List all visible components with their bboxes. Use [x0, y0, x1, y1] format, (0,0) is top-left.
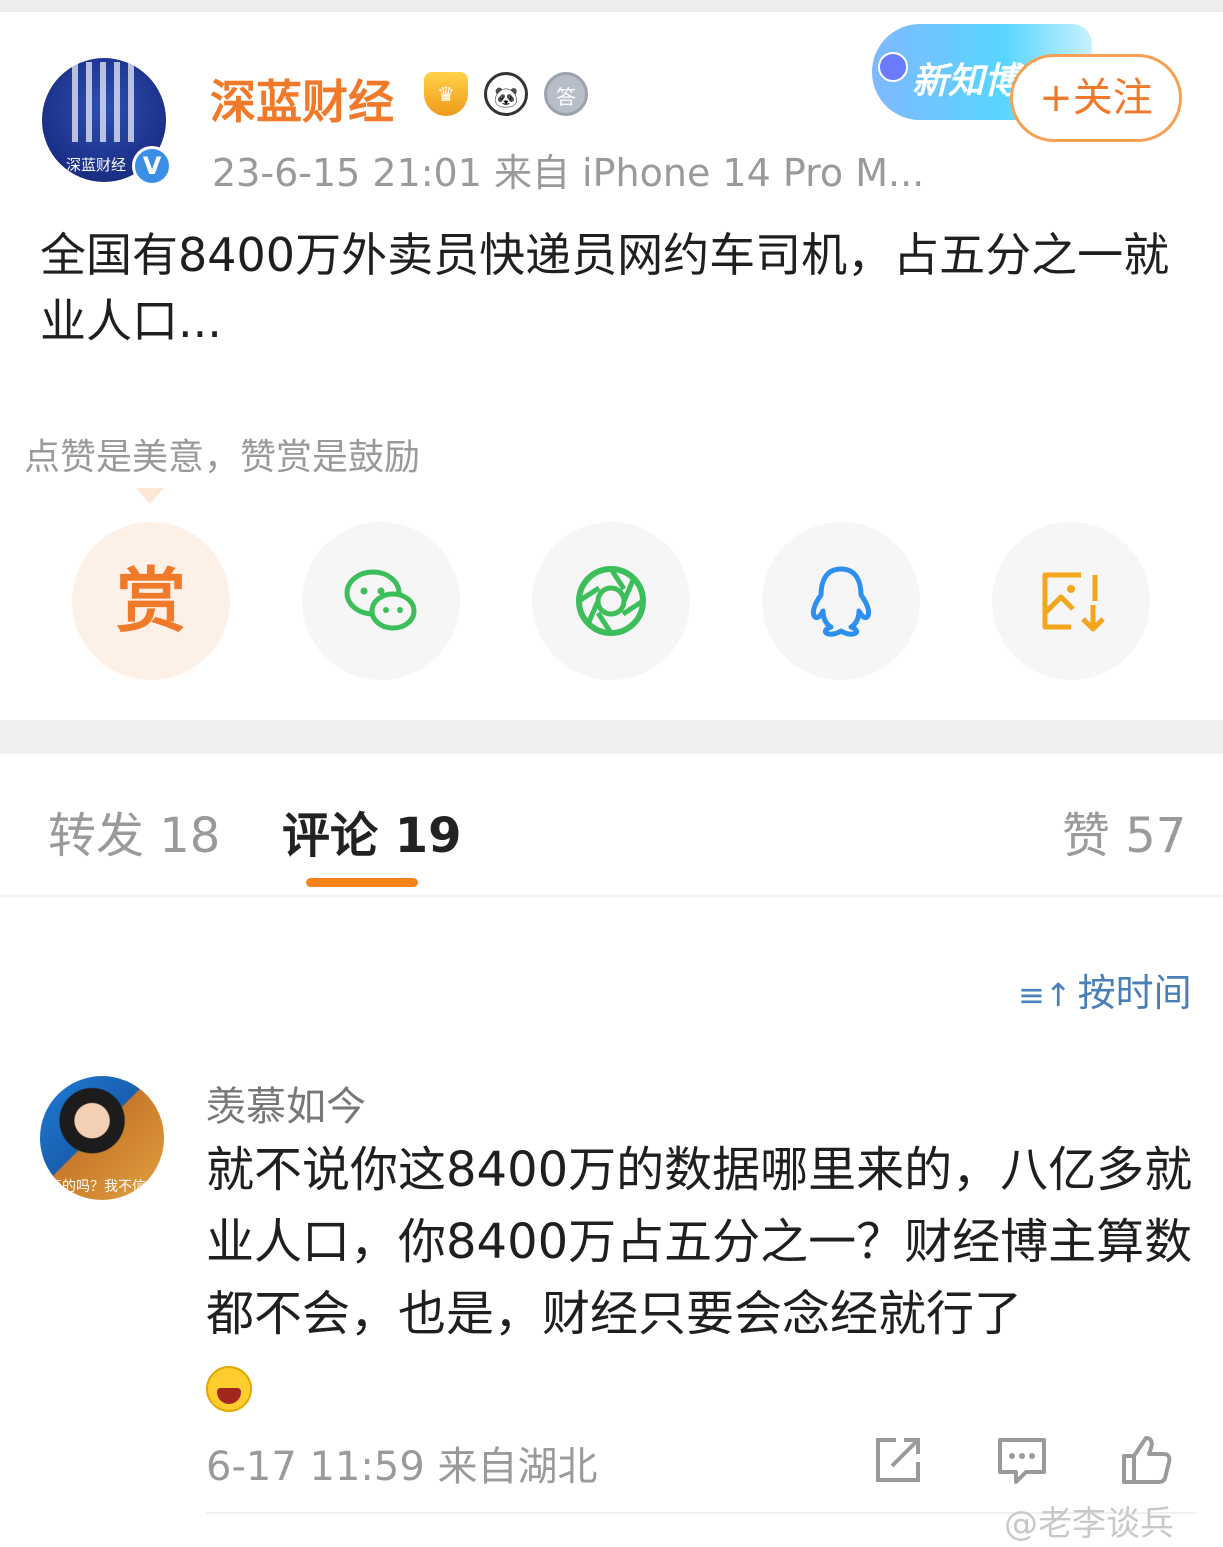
share-qq-button[interactable] — [762, 522, 920, 680]
tab-divider — [0, 895, 1223, 897]
qq-icon — [810, 566, 872, 637]
banner-label: 新知博 — [912, 61, 1021, 102]
save-image-button[interactable] — [992, 522, 1150, 680]
tab-likes[interactable]: 赞 57 — [1062, 796, 1186, 866]
wechat-icon — [344, 569, 417, 631]
avatar-caption: 真的吗？我不信 — [48, 1179, 146, 1195]
moments-icon — [576, 566, 646, 636]
tab-comments[interactable]: 评论 19 — [282, 796, 462, 866]
follow-button[interactable]: +关注 — [1010, 54, 1182, 142]
reward-button[interactable]: 赏 — [72, 522, 230, 680]
reward-icon: 赏 — [116, 560, 186, 642]
top-strip — [0, 0, 1223, 12]
vip-badge-icon[interactable]: ♛ — [424, 72, 468, 116]
like-comment-icon[interactable] — [1118, 1432, 1174, 1488]
commenter-name[interactable]: 羡慕如今 — [206, 1074, 366, 1132]
comment-meta: 6-17 11:59 来自湖北 — [206, 1444, 598, 1490]
active-tab-indicator — [306, 878, 418, 887]
sort-by-time-button[interactable]: ≡↑ 按时间 — [1018, 962, 1192, 1017]
answer-medal-icon[interactable]: 答 — [544, 72, 588, 116]
reward-hint: 点赞是美意，赞赏是鼓励 — [24, 437, 421, 478]
verified-badge-icon: V — [132, 146, 172, 186]
comment-text[interactable]: 就不说你这8400万的数据哪里来的，八亿多就业人口，你8400万占五分之一？财经… — [206, 1134, 1196, 1422]
post-meta: 23-6-15 21:01 来自 iPhone 14 Pro M... — [212, 151, 925, 195]
tab-repost[interactable]: 转发 18 — [48, 796, 220, 866]
panda-badge-icon[interactable]: 🐼 — [484, 72, 528, 116]
reward-hint-pointer — [136, 488, 164, 504]
save-image-icon — [1042, 572, 1105, 632]
laughing-emoji-icon — [206, 1366, 252, 1412]
post-content[interactable]: 全国有8400万外卖员快递员网约车司机，占五分之一就业人口... — [40, 222, 1190, 354]
avatar-logo-text: 深蓝财经 — [66, 156, 127, 174]
watermark: @老李谈兵 — [1004, 1504, 1174, 1544]
author-name[interactable]: 深蓝财经 — [210, 66, 394, 132]
section-divider — [0, 720, 1223, 754]
sort-label: 按时间 — [1077, 971, 1192, 1015]
gem-icon — [878, 52, 908, 82]
share-wechat-button[interactable] — [302, 522, 460, 680]
avatar-logo-bars — [72, 62, 142, 142]
share-moments-button[interactable] — [532, 522, 690, 680]
reply-comment-icon[interactable] — [994, 1432, 1050, 1488]
comment-body: 就不说你这8400万的数据哪里来的，八亿多就业人口，你8400万占五分之一？财经… — [206, 1142, 1193, 1342]
share-comment-icon[interactable] — [870, 1432, 926, 1488]
sort-icon: ≡↑ — [1018, 976, 1072, 1014]
commenter-avatar[interactable]: 真的吗？我不信 — [40, 1076, 164, 1200]
